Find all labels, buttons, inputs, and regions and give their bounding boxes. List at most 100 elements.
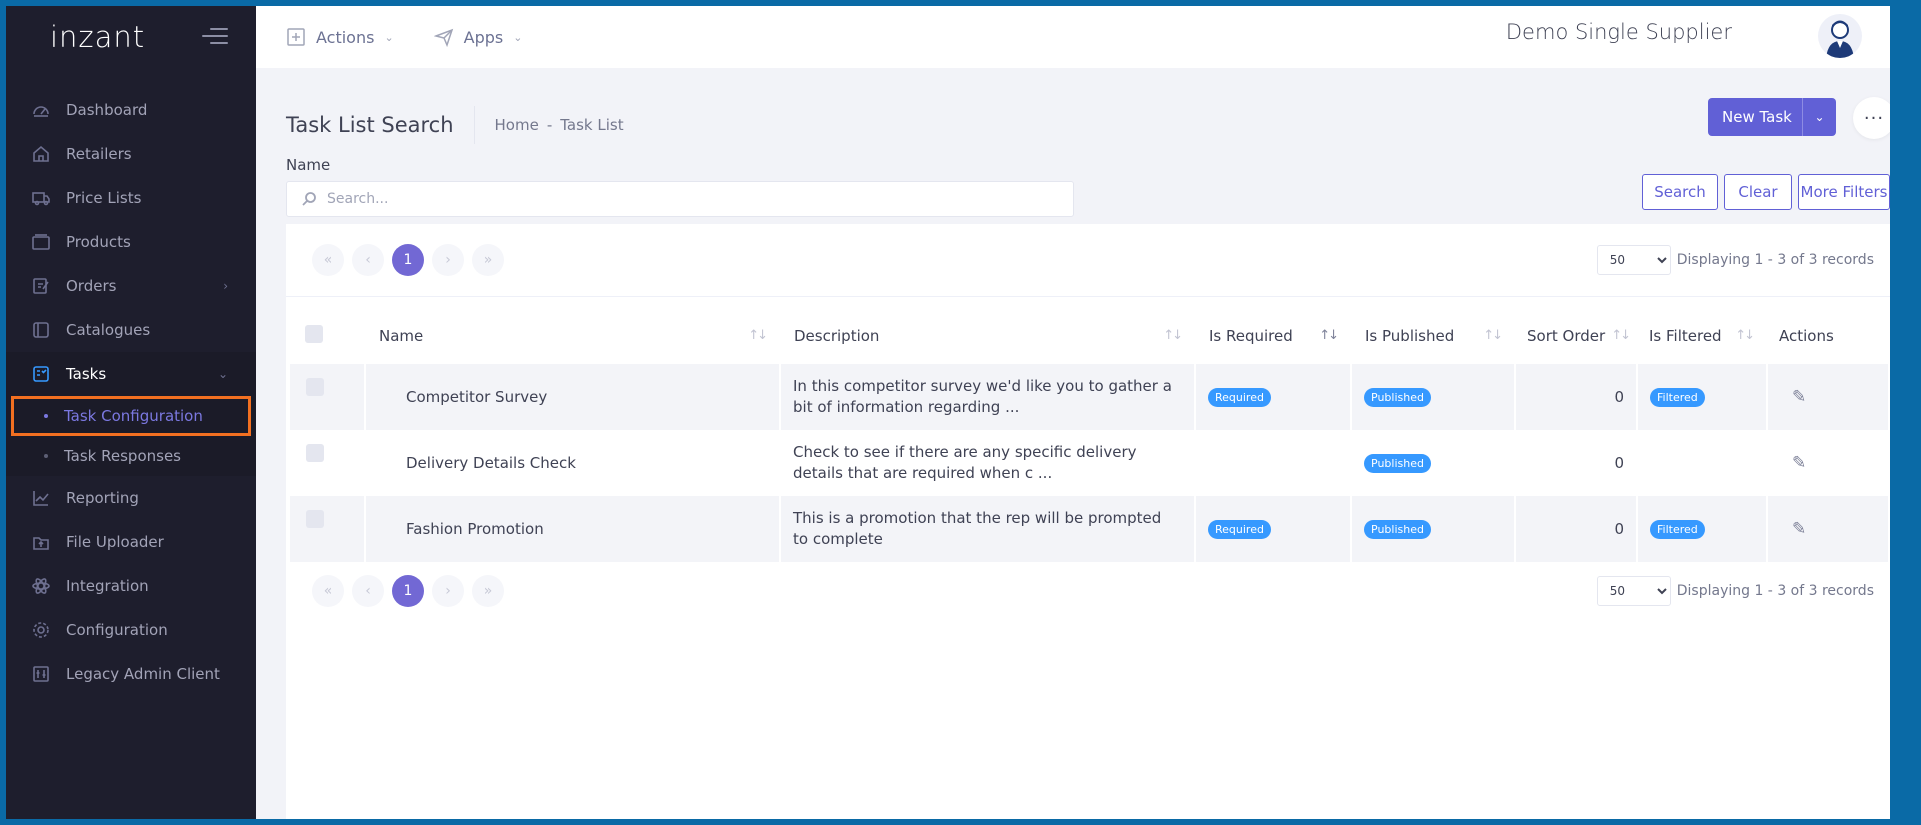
first-page-icon[interactable]: « [312,575,344,607]
task-name[interactable]: Competitor Survey [364,364,780,430]
last-page-icon[interactable]: » [472,575,504,607]
row-checkbox[interactable] [306,378,324,396]
row-checkbox[interactable] [306,510,324,528]
breadcrumb-current[interactable]: Task List [560,116,623,134]
published-badge: Published [1364,454,1431,473]
subheader: Task List Search Home - Task List [286,106,624,144]
column-header-is-required[interactable]: Is Required ↑↓ [1195,308,1351,364]
clear-button[interactable]: Clear [1724,174,1792,210]
more-filters-button[interactable]: More Filters [1798,174,1890,210]
sidebar-item-orders[interactable]: Orders › [6,264,256,308]
edit-pencil-icon[interactable]: ✎ [1792,387,1806,407]
sidebar-item-legacy-admin-client[interactable]: Legacy Admin Client [6,652,256,696]
description-text: Check to see if there are any specific d… [793,443,1137,482]
results-card: « ‹ 1 › » 50 Displaying 1 - 3 of 3 recor… [286,224,1890,819]
sidebar-item-configuration[interactable]: Configuration [6,608,256,652]
sidebar-item-label: Price Lists [66,189,142,207]
sort-asc-icon[interactable]: ↑↓ [1319,328,1339,343]
edit-icon [30,275,52,297]
tasks-icon [30,363,52,385]
page-title: Task List Search [286,113,454,137]
sort-icon[interactable]: ↑↓ [1735,328,1755,343]
sidebar-item-label: Tasks [66,365,107,383]
apps-menu[interactable]: Apps ⌄ [433,27,522,47]
header-label: Name [379,327,424,345]
sort-icon[interactable]: ↑↓ [1163,328,1183,343]
task-name[interactable]: Delivery Details Check [364,430,780,496]
sidebar-item-catalogues[interactable]: Catalogues [6,308,256,352]
sidebar-item-dashboard[interactable]: Dashboard [6,88,256,132]
truck-icon [30,187,52,209]
sidebar-item-tasks[interactable]: Tasks ⌄ [6,352,256,396]
task-description: Check to see if there are any specific d… [779,430,1195,496]
published-cell: Published [1350,430,1515,496]
published-cell: Published [1350,496,1515,562]
published-badge: Published [1364,520,1431,539]
logo: inzant [50,20,146,54]
required-cell: Required [1194,364,1351,430]
actions-label: Actions [316,27,375,47]
column-header-sort-order[interactable]: Sort Order ↑↓ [1515,308,1637,364]
more-options-button[interactable]: ··· [1853,97,1890,139]
row-select-cell [288,364,365,430]
sidebar-item-products[interactable]: Products [6,220,256,264]
sidebar-item-reporting[interactable]: Reporting [6,476,256,520]
search-button[interactable]: Search [1642,174,1718,210]
column-header-name[interactable]: Name ↑↓ [365,308,780,364]
book-icon [30,319,52,341]
divider [286,296,1890,297]
select-all-checkbox[interactable] [305,325,323,343]
atom-icon [30,575,52,597]
menu-toggle-icon[interactable] [202,28,228,46]
prev-page-icon[interactable]: ‹ [352,244,384,276]
prev-page-icon[interactable]: ‹ [352,575,384,607]
sidebar-item-label: Retailers [66,145,132,163]
search-icon [302,192,316,206]
actions-cell: ✎ [1766,496,1888,562]
sidebar-item-task-responses[interactable]: Task Responses [6,436,256,476]
breadcrumb-separator: - [546,116,553,134]
required-cell [1194,430,1351,496]
table-row[interactable]: Delivery Details Check Check to see if t… [288,430,1888,496]
home-icon [30,143,52,165]
column-header-is-published[interactable]: Is Published ↑↓ [1351,308,1515,364]
breadcrumb-home[interactable]: Home [495,116,539,134]
next-page-icon[interactable]: › [432,244,464,276]
page-size-select[interactable]: 50 [1596,245,1671,275]
sidebar-item-file-uploader[interactable]: File Uploader [6,520,256,564]
last-page-icon[interactable]: » [472,244,504,276]
next-page-icon[interactable]: › [432,575,464,607]
sidebar-item-price-lists[interactable]: Price Lists [6,176,256,220]
search-input[interactable] [327,191,1027,207]
sidebar-item-label: File Uploader [66,533,164,551]
page-size-select[interactable]: 50 [1596,576,1671,606]
chevron-down-icon[interactable]: ⌄ [1802,98,1836,136]
new-task-button[interactable]: New Task ⌄ [1708,98,1836,136]
table-row[interactable]: Competitor Survey In this competitor sur… [288,364,1888,430]
sidebar-item-task-configuration[interactable]: Task Configuration [11,396,251,436]
table-row[interactable]: Fashion Promotion This is a promotion th… [288,496,1888,562]
sidebar-item-retailers[interactable]: Retailers [6,132,256,176]
first-page-icon[interactable]: « [312,244,344,276]
row-select-cell [288,496,365,562]
brand: inzant [6,6,256,68]
required-badge: Required [1208,520,1271,539]
page-number[interactable]: 1 [392,575,424,607]
column-header-is-filtered[interactable]: Is Filtered ↑↓ [1637,308,1767,364]
new-task-label: New Task [1722,108,1792,126]
page-number[interactable]: 1 [392,244,424,276]
sliders-icon [30,663,52,685]
sort-icon[interactable]: ↑↓ [1611,328,1631,343]
sidebar-item-integration[interactable]: Integration [6,564,256,608]
actions-menu[interactable]: Actions ⌄ [286,27,394,47]
row-checkbox[interactable] [306,444,324,462]
avatar[interactable] [1818,14,1862,58]
edit-pencil-icon[interactable]: ✎ [1792,453,1806,473]
sort-icon[interactable]: ↑↓ [1483,328,1503,343]
column-header-description[interactable]: Description ↑↓ [780,308,1195,364]
sort-icon[interactable]: ↑↓ [748,328,768,343]
task-name[interactable]: Fashion Promotion [364,496,780,562]
header-label: Actions [1779,327,1834,345]
edit-pencil-icon[interactable]: ✎ [1792,519,1806,539]
apps-label: Apps [463,27,504,47]
